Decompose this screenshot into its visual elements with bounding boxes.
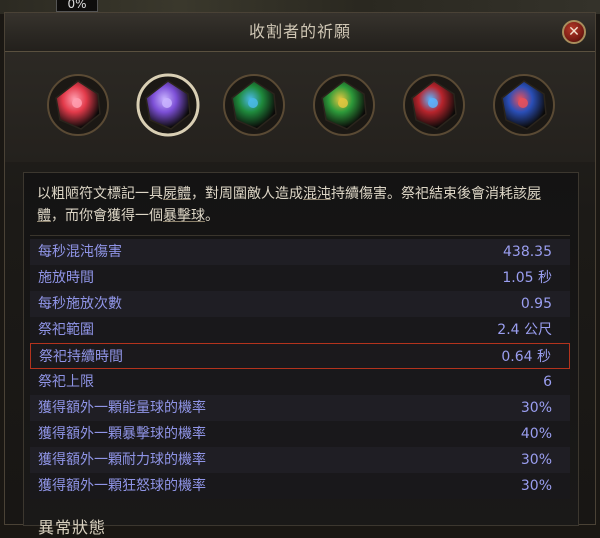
close-button[interactable]: ✕ bbox=[562, 20, 586, 44]
stat-value: 6 bbox=[543, 374, 552, 390]
stat-row: 獲得額外一顆暴擊球的機率 40% bbox=[30, 421, 570, 447]
red-blue-gem-icon bbox=[403, 74, 465, 136]
keyword-chaos[interactable]: 混沌 bbox=[303, 186, 331, 202]
gem-selector bbox=[5, 52, 595, 162]
stat-label: 獲得額外一顆暴擊球的機率 bbox=[38, 426, 206, 442]
gem-slot-3[interactable] bbox=[221, 72, 287, 138]
gem-core bbox=[338, 98, 348, 108]
stat-row: 施放時間 1.05 秒 bbox=[30, 265, 570, 291]
stat-value: 0.64 秒 bbox=[501, 349, 551, 365]
stat-label: 祭祀範圍 bbox=[38, 322, 94, 338]
desc-text-4: ，而你會獲得一個 bbox=[51, 208, 163, 224]
stat-value: 2.4 公尺 bbox=[497, 322, 552, 338]
stat-row: 每秒混沌傷害 438.35 bbox=[30, 239, 570, 265]
stat-row: 獲得額外一顆能量球的機率 30% bbox=[30, 395, 570, 421]
keyword-corpse[interactable]: 屍體 bbox=[163, 186, 191, 202]
stat-label: 每秒混沌傷害 bbox=[38, 244, 122, 260]
gem-core bbox=[162, 98, 172, 108]
desc-text-3: 持續傷害。祭祀結束後會消耗該 bbox=[331, 186, 527, 202]
desc-text-5: 。 bbox=[205, 208, 219, 224]
stat-label: 獲得額外一顆狂怒球的機率 bbox=[38, 478, 206, 494]
stat-row: 祭祀範圍 2.4 公尺 bbox=[30, 317, 570, 343]
stat-label: 施放時間 bbox=[38, 270, 94, 286]
desc-text-2: ，對周圍敵人造成 bbox=[191, 186, 303, 202]
gem-core bbox=[518, 98, 528, 108]
stat-row: 獲得額外一顆耐力球的機率 30% bbox=[30, 447, 570, 473]
stat-label: 獲得額外一顆能量球的機率 bbox=[38, 400, 206, 416]
green-gold-gem-icon bbox=[313, 74, 375, 136]
red-gem-icon bbox=[47, 74, 109, 136]
stat-value: 438.35 bbox=[503, 244, 552, 260]
stat-label: 每秒施放次數 bbox=[38, 296, 122, 312]
blue-red-gem-icon bbox=[493, 74, 555, 136]
stat-value: 30% bbox=[520, 400, 552, 416]
green-blue-gem-icon bbox=[223, 74, 285, 136]
stat-label: 祭祀持續時間 bbox=[39, 349, 123, 365]
section-heading-ailments: 異常狀態 bbox=[38, 518, 107, 537]
stat-row: 祭祀上限 6 bbox=[30, 369, 570, 395]
gem-slot-4[interactable] bbox=[311, 72, 377, 138]
stat-row-highlighted: 祭祀持續時間 0.64 秒 bbox=[30, 343, 570, 369]
stat-row: 每秒施放次數 0.95 bbox=[30, 291, 570, 317]
gem-slot-1[interactable] bbox=[45, 72, 111, 138]
skill-panel: 收割者的祈願 ✕ 以粗陋符文標記一具屍體，對周圍敵人造成混沌持續傷害。祭祀結束後… bbox=[4, 12, 596, 537]
divider bbox=[30, 235, 570, 236]
stat-label: 獲得額外一顆耐力球的機率 bbox=[38, 452, 206, 468]
stat-row: 獲得額外一顆狂怒球的機率 30% bbox=[30, 473, 570, 499]
stat-value: 30% bbox=[520, 478, 552, 494]
gem-slot-5[interactable] bbox=[401, 72, 467, 138]
gem-core bbox=[428, 98, 438, 108]
keyword-power-charge[interactable]: 暴擊球 bbox=[163, 208, 205, 224]
purple-gem-icon bbox=[136, 73, 200, 137]
stat-value: 40% bbox=[520, 426, 552, 442]
stat-value: 30% bbox=[520, 452, 552, 468]
gem-slot-2[interactable] bbox=[135, 72, 201, 138]
stat-value: 1.05 秒 bbox=[502, 270, 552, 286]
skill-description: 以粗陋符文標記一具屍體，對周圍敵人造成混沌持續傷害。祭祀結束後會消耗該屍體，而你… bbox=[37, 183, 567, 227]
title-bar: 收割者的祈願 ✕ bbox=[5, 13, 595, 52]
gem-slot-6[interactable] bbox=[491, 72, 557, 138]
panel-title: 收割者的祈願 bbox=[248, 22, 351, 41]
stat-label: 祭祀上限 bbox=[38, 374, 94, 390]
stat-value: 0.95 bbox=[520, 296, 552, 312]
progress-readout: 0% bbox=[56, 0, 98, 12]
desc-text-1: 以粗陋符文標記一具 bbox=[37, 186, 163, 202]
gem-core bbox=[248, 98, 258, 108]
skill-description-panel: 以粗陋符文標記一具屍體，對周圍敵人造成混沌持續傷害。祭祀結束後會消耗該屍體，而你… bbox=[23, 172, 579, 537]
gem-core bbox=[72, 98, 82, 108]
